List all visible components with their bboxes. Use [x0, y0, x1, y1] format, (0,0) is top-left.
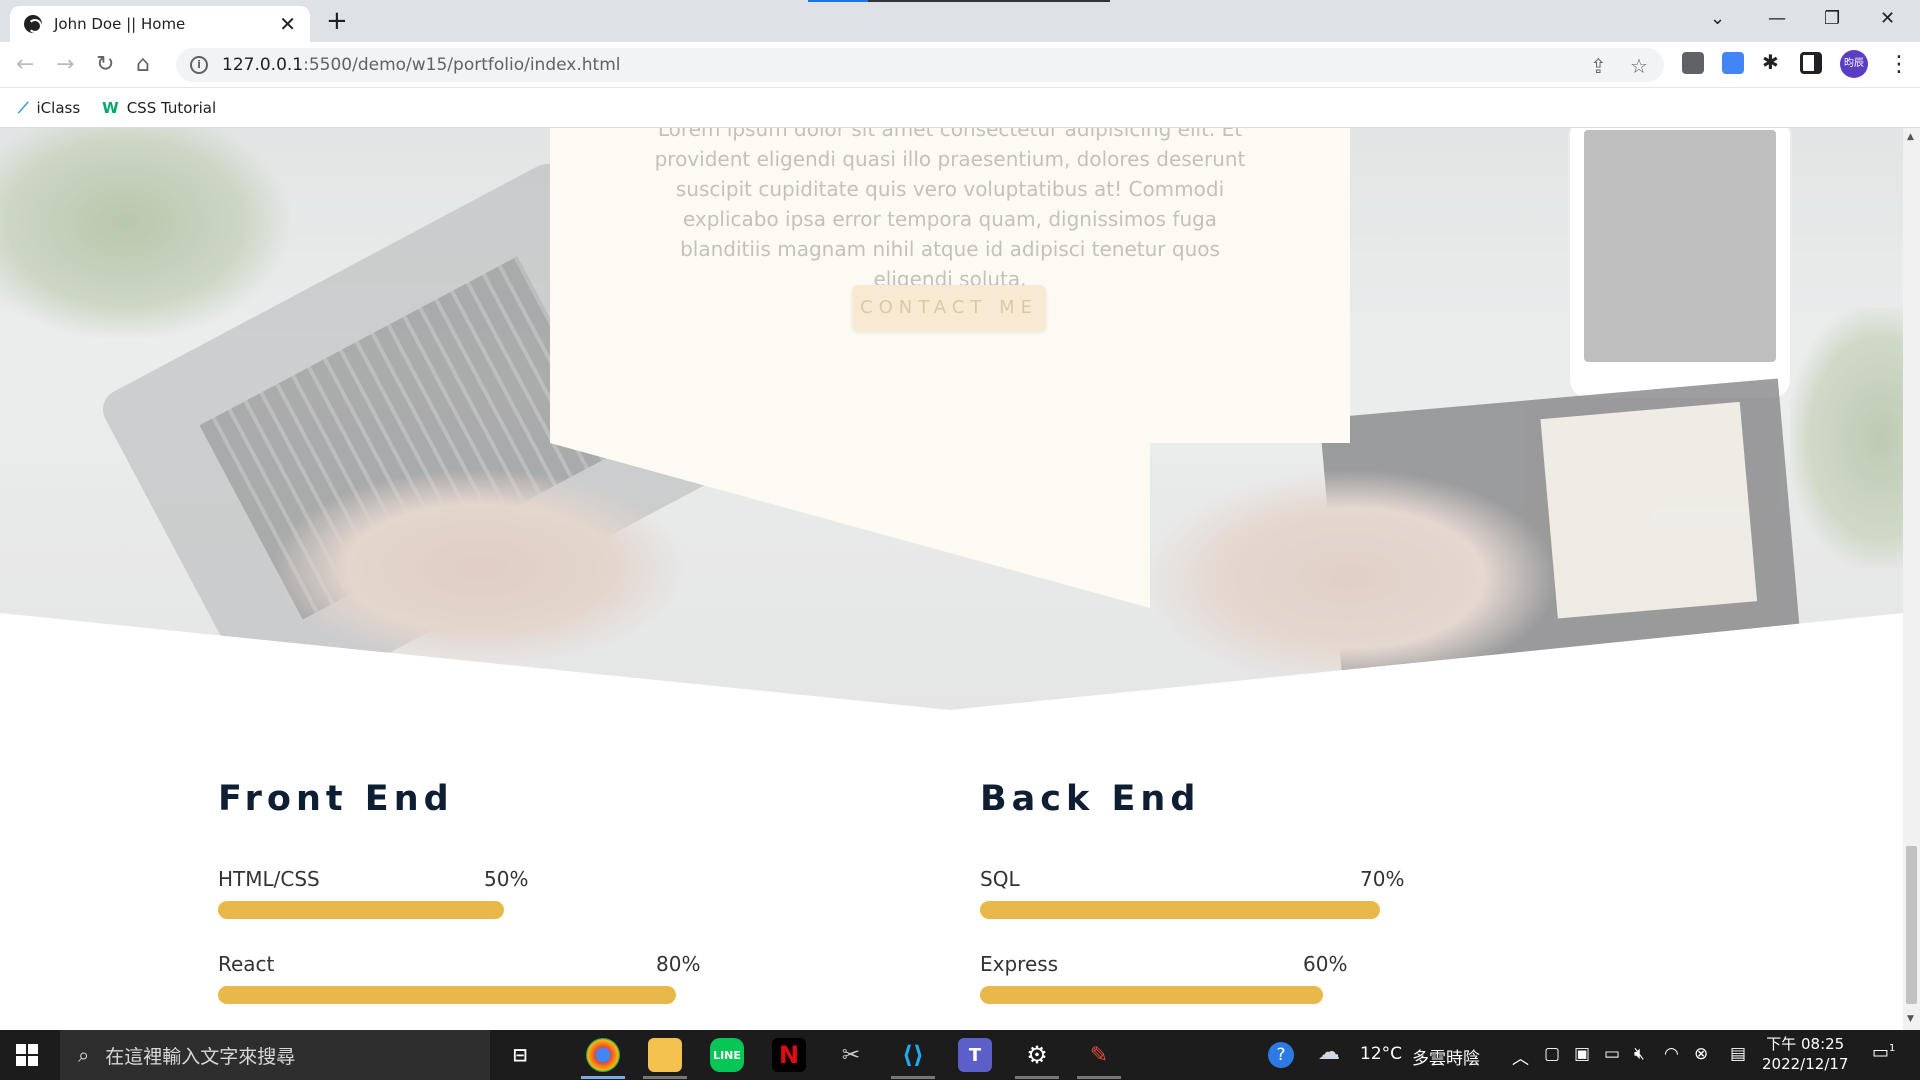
skill-label: SQL [980, 867, 1020, 891]
share-icon[interactable]: ⇪ [1590, 54, 1607, 78]
search-placeholder: 在這裡輸入文字來搜尋 [105, 1045, 296, 1068]
system-clock[interactable]: 下午 08:25 2022/12/17 [1762, 1034, 1848, 1074]
skill-progress-bar [980, 901, 1380, 919]
clock-date: 2022/12/17 [1762, 1055, 1849, 1073]
url-text: 127.0.0.1:5500/demo/w15/portfolio/index.… [222, 55, 620, 75]
meet-now-icon[interactable]: ▢ [1544, 1044, 1560, 1064]
iclass-icon: ⟋ [18, 98, 29, 117]
address-bar[interactable]: i 127.0.0.1:5500/demo/w15/portfolio/inde… [176, 48, 1664, 82]
vscode-icon[interactable]: ⟨⟩ [896, 1038, 930, 1072]
taskbar-search[interactable]: ⌕ 在這裡輸入文字來搜尋 [60, 1030, 490, 1080]
clock-time: 下午 08:25 [1766, 1035, 1845, 1053]
front-end-title: Front End [218, 779, 454, 819]
windows-taskbar: ⌕ 在這裡輸入文字來搜尋 ⊟ LINE N ✂ ⟨⟩ T ⚙ ✎ ? ☁ 12°… [0, 1030, 1920, 1080]
bookmark-iclass[interactable]: ⟋ iClass [18, 99, 80, 117]
notification-count: 1 [1889, 1043, 1896, 1054]
url-path: :5500/demo/w15/portfolio/index.html [303, 55, 621, 75]
skill-label: React [218, 952, 275, 976]
network-off-icon[interactable]: ⊗ [1694, 1044, 1708, 1064]
device-icon[interactable]: ▣ [1574, 1044, 1590, 1064]
home-button[interactable]: ⌂ [136, 52, 150, 77]
back-button[interactable]: ← [16, 52, 34, 77]
reload-button[interactable]: ↻ [96, 52, 114, 77]
url-host: 127.0.0.1 [222, 55, 304, 75]
file-explorer-icon[interactable] [648, 1038, 682, 1072]
new-tab-button[interactable]: + [326, 6, 348, 36]
chrome-icon[interactable] [586, 1038, 620, 1072]
open-app-indicator [891, 1076, 935, 1079]
profile-avatar[interactable]: 昀辰 [1840, 50, 1868, 78]
page-scrollbar[interactable]: ▲ ▼ [1903, 128, 1920, 1030]
line-app-icon[interactable]: LINE [710, 1038, 744, 1072]
windows-start-icon[interactable] [16, 1044, 38, 1066]
weather-description[interactable]: 多雲時陰 [1412, 1044, 1480, 1069]
bookmarks-bar: ⟋ iClass W CSS Tutorial [0, 88, 1920, 128]
open-app-indicator [643, 1076, 687, 1079]
settings-gear-icon[interactable]: ⚙ [1020, 1038, 1054, 1072]
browser-tab[interactable]: John Doe || Home ✕ [10, 6, 310, 42]
skill-label: Express [980, 952, 1059, 976]
back-end-title: Back End [980, 779, 1201, 819]
restore-button[interactable]: ❐ [1824, 8, 1840, 29]
ime-icon[interactable]: ▤ [1730, 1044, 1746, 1064]
menu-icon[interactable]: ⋮ [1888, 52, 1910, 77]
w3schools-icon: W [102, 98, 119, 117]
bookmark-label: CSS Tutorial [126, 98, 217, 117]
volume-muted-icon[interactable]: 🔇︎ [1634, 1044, 1645, 1064]
scroll-up-arrow[interactable]: ▲ [1907, 132, 1914, 142]
bookmark-css-tutorial[interactable]: W CSS Tutorial [102, 99, 216, 117]
task-view-icon[interactable]: ⊟ [503, 1038, 537, 1072]
active-app-indicator [581, 1076, 625, 1079]
snipping-tool-icon[interactable]: ✂ [834, 1038, 868, 1072]
scroll-down-arrow[interactable]: ▼ [1907, 1014, 1914, 1024]
notification-icon[interactable]: ▭1 [1872, 1042, 1895, 1063]
extension-icon[interactable] [1682, 52, 1704, 74]
hero-paragraph: Lorem ipsum dolor sit amet consectetur a… [654, 128, 1246, 291]
skill-progress-bar [218, 986, 676, 1004]
contact-me-button[interactable]: CONTACT ME [852, 285, 1046, 331]
search-icon: ⌕ [78, 1043, 90, 1067]
tab-search-icon[interactable]: ⌄ [1710, 8, 1725, 29]
forward-button[interactable]: → [56, 52, 74, 77]
teams-icon[interactable]: T [958, 1038, 992, 1072]
scrollbar-thumb[interactable] [1906, 846, 1917, 1004]
skill-label: HTML/CSS [218, 867, 320, 891]
skill-percent: 50% [484, 867, 529, 891]
skill-progress-bar [218, 901, 504, 919]
page-viewport: Lorem ipsum dolor sit amet consectetur a… [0, 128, 1903, 1030]
skill-percent: 70% [1360, 867, 1405, 891]
weather-temperature[interactable]: 12°C [1360, 1044, 1402, 1064]
tab-title: John Doe || Home [54, 15, 186, 33]
wifi-icon[interactable]: ◠ [1664, 1044, 1679, 1064]
battery-icon[interactable]: ▭ [1604, 1044, 1620, 1064]
loading-indicator [808, 0, 1110, 2]
tab-strip: John Doe || Home ✕ + ⌄ — ❐ ✕ [0, 0, 1920, 42]
puzzle-icon[interactable]: ✱ [1762, 50, 1784, 74]
show-hidden-icons[interactable]: ︿ [1512, 1044, 1529, 1069]
bookmark-label: iClass [36, 98, 81, 117]
weather-cloud-icon[interactable]: ☁ [1318, 1040, 1340, 1065]
skill-progress-bar [980, 986, 1323, 1004]
open-app-indicator [1015, 1076, 1059, 1079]
paint-app-icon[interactable]: ✎ [1082, 1038, 1116, 1072]
close-window-button[interactable]: ✕ [1880, 8, 1895, 29]
help-icon[interactable]: ? [1268, 1042, 1294, 1068]
translate-extension-icon[interactable] [1722, 52, 1744, 74]
close-tab-icon[interactable]: ✕ [279, 12, 296, 36]
browser-toolbar: ← → ↻ ⌂ i 127.0.0.1:5500/demo/w15/portfo… [0, 42, 1920, 88]
skill-percent: 60% [1303, 952, 1348, 976]
side-panel-icon[interactable] [1800, 52, 1822, 74]
site-info-icon[interactable]: i [190, 56, 208, 74]
minimize-button[interactable]: — [1768, 8, 1786, 29]
globe-icon [24, 15, 42, 33]
skill-percent: 80% [656, 952, 701, 976]
netflix-icon[interactable]: N [772, 1038, 806, 1072]
open-app-indicator [1077, 1076, 1121, 1079]
bookmark-star-icon[interactable]: ☆ [1630, 54, 1648, 78]
